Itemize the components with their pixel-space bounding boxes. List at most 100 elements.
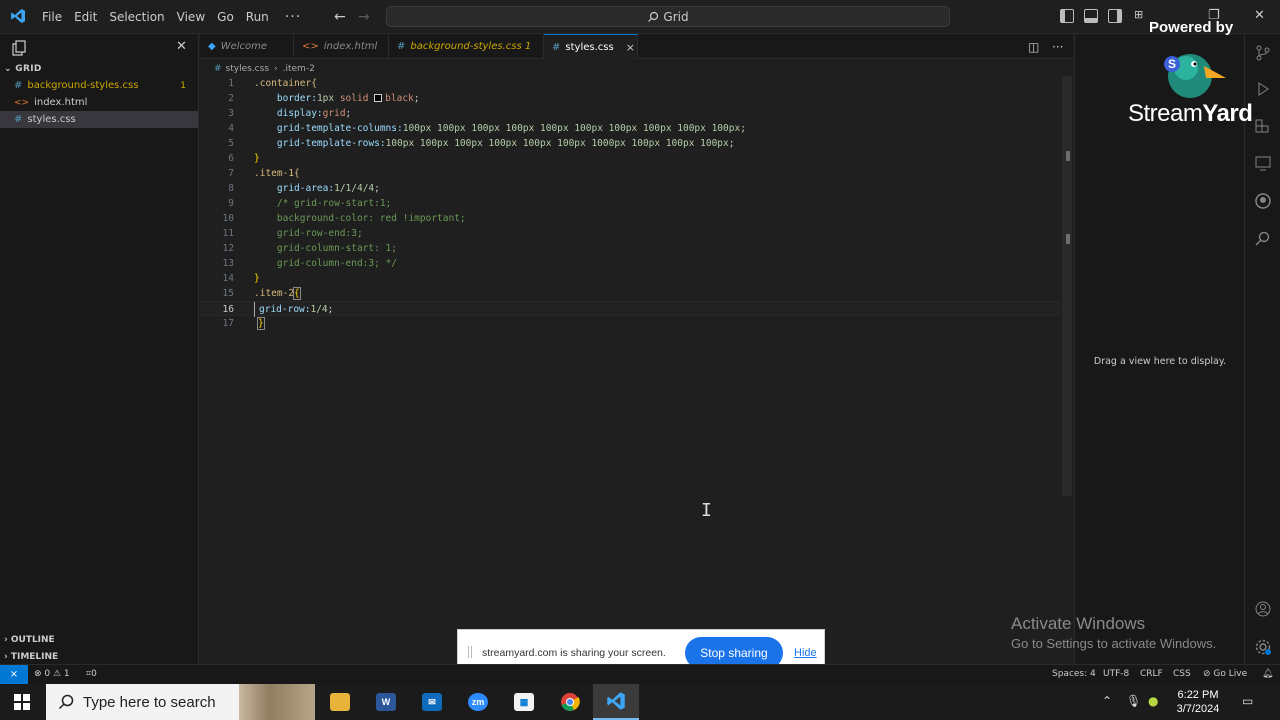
windows-taskbar: Type here to search W ✉ zm ▦ ⌃ 🎙︎ ● 6:22… [0,684,1280,720]
hide-link[interactable]: Hide [794,647,817,659]
timeline-section[interactable]: › TIMELINE [4,652,58,662]
menu-edit[interactable]: Edit [68,10,103,24]
chrome-app[interactable] [547,684,593,720]
extensions-icon[interactable] [1254,118,1272,136]
editor-scrollbar[interactable] [1062,76,1072,496]
search-icon[interactable] [1254,230,1272,248]
more-actions-icon[interactable]: ··· [1052,40,1063,54]
store-app[interactable]: ▦ [501,684,547,720]
editor-tabs: ◆ Welcome <> index.html # background-sty… [200,34,1073,59]
tab-background-styles[interactable]: # background-styles.css 1 [389,34,544,59]
menu-go[interactable]: Go [211,10,240,24]
system-clock[interactable]: 6:22 PM 3/7/2024 [1168,688,1228,716]
code-token: grid-column-start: 1; [276,243,397,254]
split-editor-icon[interactable]: ◫ [1028,40,1039,54]
toggle-sidebar-icon[interactable] [1060,9,1074,23]
chevron-right-icon: › [274,64,278,74]
code-token: } [254,153,260,164]
folder-grid[interactable]: ⌄ GRID [4,64,42,74]
word-app[interactable]: W [363,684,409,720]
chevron-down-icon: ⌄ [4,64,16,74]
encoding-indicator[interactable]: UTF-8 [1103,669,1129,679]
html-icon: <> [302,41,319,52]
more-menu-button[interactable]: ··· [275,9,311,25]
file-background-styles[interactable]: # background-styles.css 1 [0,77,198,94]
color-swatch[interactable] [374,94,383,102]
breadcrumb-file[interactable]: styles.css [226,64,269,74]
vscode-app[interactable] [593,684,639,720]
run-debug-icon[interactable] [1254,80,1272,98]
back-arrow-icon[interactable]: ← [334,9,346,25]
go-live-button[interactable]: ⊘ Go Live [1203,669,1247,679]
vscode-icon: ◆ [208,41,216,52]
line-number: 14 [222,273,234,284]
sharing-message: streamyard.com is sharing your screen. [482,647,666,659]
code-token: .container{ [254,78,317,89]
code-token: { [293,287,301,300]
file-styles-css[interactable]: # styles.css [0,111,198,128]
file-explorer-app[interactable] [317,684,363,720]
outline-section[interactable]: › OUTLINE [4,635,55,645]
problems-indicator[interactable]: ⊗ 0 ⚠ 1 [34,669,70,679]
zoom-app[interactable]: zm [455,684,501,720]
css-icon: # [214,64,222,74]
drag-handle[interactable] [468,646,472,658]
notification-center-icon[interactable]: ▭ [1242,694,1253,708]
tab-index-html[interactable]: <> index.html [294,34,389,59]
close-window-icon[interactable]: ✕ [1254,8,1265,23]
explorer-files-icon[interactable] [12,40,26,56]
eol-indicator[interactable]: CRLF [1140,669,1163,679]
code-token: grid [322,108,346,119]
menu-view[interactable]: View [171,10,211,24]
ports-indicator[interactable]: ⌗0 [86,669,97,679]
search-icon [648,11,659,22]
microphone-icon[interactable]: 🎙︎ [1126,694,1141,708]
menu-selection[interactable]: Selection [103,10,170,24]
github-icon[interactable] [1254,192,1272,210]
windows-start-icon[interactable] [14,694,30,710]
folder-icon [330,693,350,711]
line-number: 5 [228,138,234,149]
customize-layout-icon[interactable]: ⊞ [1134,8,1143,21]
file-index-html[interactable]: <> index.html [0,94,198,111]
code-token: ; [327,304,334,315]
file-name: background-styles.css [27,80,139,91]
command-center-search[interactable]: Grid [386,6,950,27]
breadcrumb-symbol[interactable]: .item-2 [283,64,315,74]
tab-welcome[interactable]: ◆ Welcome [200,34,294,59]
tab-label: styles.css [565,41,614,53]
mail-app[interactable]: ✉ [409,684,455,720]
close-tab-icon[interactable]: × [626,41,635,54]
code-token: grid-row: [259,304,311,315]
close-sidebar-icon[interactable]: ✕ [176,39,187,54]
vscode-logo-icon[interactable] [10,8,26,24]
code-editor[interactable]: 1 .container{ 2 border:1px solid black; 3… [200,76,1073,664]
remote-explorer-icon[interactable] [1254,154,1272,172]
settings-gear-icon[interactable] [1254,638,1272,656]
chevron-right-icon: › [4,652,11,662]
brand-left: Stream [1128,100,1203,127]
line-number: 10 [222,213,234,224]
toggle-panel-icon[interactable] [1084,9,1098,23]
app-tray-icon[interactable]: ● [1148,694,1158,708]
menu-run[interactable]: Run [240,10,275,24]
code-line: 10 background-color: red !important; [200,211,1060,226]
line-number: 4 [228,123,234,134]
code-token: .item-1{ [254,168,300,179]
account-icon[interactable] [1254,600,1272,618]
indentation-indicator[interactable]: Spaces: 4 [1052,669,1096,679]
source-control-icon[interactable] [1254,44,1272,62]
menu-file[interactable]: File [36,10,68,24]
toggle-secondary-sidebar-icon[interactable] [1108,9,1122,23]
notifications-bell-icon[interactable]: 🔔︎ [1262,669,1273,679]
forward-arrow-icon[interactable]: → [358,9,370,25]
taskbar-search-box[interactable]: Type here to search [46,684,315,720]
code-line: 2 border:1px solid black; [200,91,1060,106]
remote-indicator-icon[interactable]: ⨯ [0,665,28,684]
streamyard-wordmark: StreamYard [1128,100,1253,128]
code-token: ; [728,138,735,149]
chevron-up-icon[interactable]: ⌃ [1102,694,1112,708]
language-indicator[interactable]: CSS [1173,669,1191,679]
clock-time: 6:22 PM [1177,689,1219,701]
tab-styles-css[interactable]: # styles.css × [544,34,638,59]
